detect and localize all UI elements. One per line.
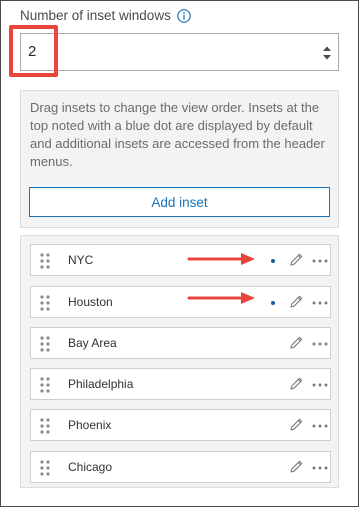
more-horizontal-icon[interactable] xyxy=(312,383,328,387)
drag-handle-icon[interactable] xyxy=(40,295,50,311)
more-horizontal-icon[interactable] xyxy=(312,259,328,263)
pencil-icon[interactable] xyxy=(288,335,304,351)
inset-count-label: Number of inset windows xyxy=(20,8,191,23)
annotation-arrow-icon xyxy=(187,253,255,265)
drag-handle-icon[interactable] xyxy=(40,336,50,352)
inset-order-help-text: Drag insets to change the view order. In… xyxy=(30,100,325,169)
inset-item-houston[interactable]: Houston xyxy=(30,286,331,318)
inset-item-label: Philadelphia xyxy=(68,377,134,391)
inset-item-phoenix[interactable]: Phoenix xyxy=(30,409,331,441)
inset-list: NYC Houston Bay Area Philadelphia Phoeni… xyxy=(20,235,339,488)
inset-count-select[interactable]: 2 xyxy=(20,33,339,71)
more-horizontal-icon[interactable] xyxy=(312,466,328,470)
inset-item-chicago[interactable]: Chicago xyxy=(30,451,331,483)
pencil-icon[interactable] xyxy=(288,252,304,268)
inset-item-label: Chicago xyxy=(68,460,113,474)
drag-handle-icon[interactable] xyxy=(40,460,50,476)
default-display-dot xyxy=(271,301,275,305)
inset-count-label-text: Number of inset windows xyxy=(20,8,171,23)
default-display-dot xyxy=(271,259,275,263)
more-horizontal-icon[interactable] xyxy=(312,342,328,346)
pencil-icon[interactable] xyxy=(288,294,304,310)
inset-info-panel: Drag insets to change the view order. In… xyxy=(20,90,339,228)
inset-item-label: Bay Area xyxy=(68,336,117,350)
pencil-icon[interactable] xyxy=(288,376,304,392)
annotation-highlight-box xyxy=(9,25,58,77)
drag-handle-icon[interactable] xyxy=(40,377,50,393)
pencil-icon[interactable] xyxy=(288,417,304,433)
drag-handle-icon[interactable] xyxy=(40,253,50,269)
inset-item-nyc[interactable]: NYC xyxy=(30,244,331,276)
pencil-icon[interactable] xyxy=(288,459,304,475)
updown-arrows-icon xyxy=(323,46,331,60)
drag-handle-icon[interactable] xyxy=(40,418,50,434)
inset-item-label: Houston xyxy=(68,295,113,309)
inset-item-label: Phoenix xyxy=(68,418,112,432)
info-icon[interactable] xyxy=(177,8,191,23)
more-horizontal-icon[interactable] xyxy=(312,301,328,305)
add-inset-button[interactable]: Add inset xyxy=(29,187,330,217)
inset-item-philadelphia[interactable]: Philadelphia xyxy=(30,368,331,400)
more-horizontal-icon[interactable] xyxy=(312,424,328,428)
inset-item-label: NYC xyxy=(68,253,94,267)
inset-item-bay-area[interactable]: Bay Area xyxy=(30,327,331,359)
annotation-arrow-icon xyxy=(187,292,255,304)
